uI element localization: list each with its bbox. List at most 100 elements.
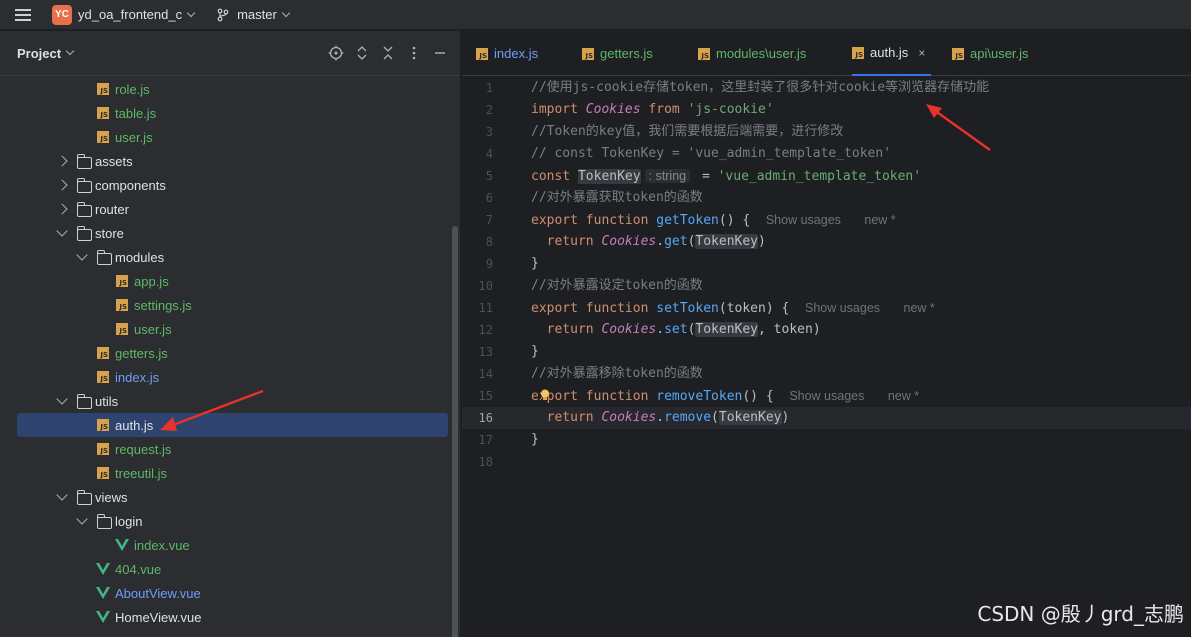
code-line-current[interactable]: 16 return Cookies.remove(TokenKey): [462, 407, 1191, 429]
editor-tab[interactable]: JS modules\user.js: [698, 31, 806, 76]
line-number: 2: [485, 103, 493, 117]
usages-hint[interactable]: Show usages: [766, 213, 841, 227]
editor-tab[interactable]: JS auth.js ×: [852, 31, 932, 76]
js-file-icon: JS: [97, 371, 109, 383]
chevron-right-icon[interactable]: [56, 203, 68, 215]
code-text[interactable]: export function getToken() { Show usages…: [531, 209, 896, 232]
code-line[interactable]: 17}: [462, 429, 1191, 451]
tree-row[interactable]: router: [0, 197, 452, 221]
tree-row[interactable]: JS user.js: [0, 125, 452, 149]
code-line[interactable]: 9}: [462, 253, 1191, 275]
tree-row[interactable]: store: [0, 221, 452, 245]
editor-tab[interactable]: JS index.js: [476, 31, 538, 76]
code-text[interactable]: return Cookies.get(TokenKey): [531, 231, 766, 253]
code-area[interactable]: 1 //使用js-cookie存储token，这里封装了很多针对cookie等浏览…: [462, 77, 1191, 473]
code-text[interactable]: // const TokenKey = 'vue_admin_template_…: [531, 143, 891, 165]
code-text[interactable]: return Cookies.set(TokenKey, token): [531, 319, 821, 341]
chevron-right-icon[interactable]: [56, 155, 68, 167]
code-text[interactable]: //Token的key值，我们需要根据后端需要，进行修改: [531, 121, 843, 143]
tree-row[interactable]: JS app.js: [0, 269, 452, 293]
tree-row[interactable]: AboutView.vue: [0, 581, 452, 605]
code-line[interactable]: 13}: [462, 341, 1191, 363]
chevron-down-icon[interactable]: [65, 46, 75, 56]
tree-item-label: AboutView.vue: [115, 585, 201, 601]
code-text[interactable]: const TokenKey: string = 'vue_admin_temp…: [531, 165, 921, 188]
lightbulb-icon[interactable]: [540, 389, 550, 401]
tree-row[interactable]: JS table.js: [0, 101, 452, 125]
line-number: 1: [485, 81, 493, 95]
editor: JS index.js JS getters.js JS modules\user.js J…: [462, 31, 1191, 637]
code-text[interactable]: }: [531, 429, 539, 451]
code-text[interactable]: }: [531, 253, 539, 275]
chevron-down-icon[interactable]: [76, 249, 88, 261]
author-hint[interactable]: new *: [904, 301, 935, 315]
tree-item-label: role.js: [115, 81, 150, 97]
minimize-icon[interactable]: [432, 45, 448, 61]
code-text[interactable]: //对外暴露设定token的函数: [531, 275, 703, 297]
code-text[interactable]: //对外暴露移除token的函数: [531, 363, 703, 385]
branch-name[interactable]: master: [237, 7, 277, 22]
usages-hint[interactable]: Show usages: [789, 389, 864, 403]
code-line[interactable]: 8 return Cookies.get(TokenKey): [462, 231, 1191, 253]
hamburger-menu-icon[interactable]: [15, 8, 31, 21]
code-line[interactable]: 4 // const TokenKey = 'vue_admin_template…: [462, 143, 1191, 165]
tree-row[interactable]: login: [0, 509, 452, 533]
expand-collapse-icon[interactable]: [354, 45, 370, 61]
code-line[interactable]: 1 //使用js-cookie存储token，这里封装了很多针对cookie等浏览…: [462, 77, 1191, 99]
editor-tab[interactable]: JS api\user.js: [952, 31, 1029, 76]
tree-row[interactable]: JS treeutil.js: [0, 461, 452, 485]
tree-row[interactable]: HomeView.vue: [0, 605, 452, 629]
code-text[interactable]: import Cookies from 'js-cookie': [531, 99, 774, 121]
tree-scrollbar[interactable]: [452, 226, 458, 637]
tree-row[interactable]: JS user.js: [0, 317, 452, 341]
tree-row[interactable]: JS role.js: [0, 77, 452, 101]
project-name[interactable]: yd_oa_frontend_c: [78, 7, 182, 22]
line-number: 9: [485, 257, 493, 271]
chevron-down-icon[interactable]: [76, 513, 88, 525]
tree-row[interactable]: modules: [0, 245, 452, 269]
tree-row[interactable]: JS request.js: [0, 437, 452, 461]
author-hint[interactable]: new *: [864, 213, 895, 227]
code-line[interactable]: 11 export function setToken(token) { Show…: [462, 297, 1191, 319]
tree-item-label: index.js: [115, 369, 160, 385]
collapse-all-icon[interactable]: [380, 45, 396, 61]
chevron-right-icon[interactable]: [56, 179, 68, 191]
tree-row[interactable]: views: [0, 485, 452, 509]
chevron-down-icon[interactable]: [56, 489, 68, 501]
code-line[interactable]: 5 const TokenKey: string = 'vue_admin_tem…: [462, 165, 1191, 187]
code-line[interactable]: 7 export function getToken() { Show usage…: [462, 209, 1191, 231]
tree-row[interactable]: 404.vue: [0, 557, 452, 581]
more-icon[interactable]: [406, 45, 422, 61]
code-line[interactable]: 18: [462, 451, 1191, 473]
code-text[interactable]: return Cookies.remove(TokenKey): [531, 407, 789, 429]
code-text[interactable]: export function removeToken() { Show usa…: [531, 385, 919, 408]
chevron-down-icon[interactable]: [56, 225, 68, 237]
code-text[interactable]: //使用js-cookie存储token，这里封装了很多针对cookie等浏览器…: [531, 77, 989, 99]
author-hint[interactable]: new *: [888, 389, 919, 403]
code-line[interactable]: 15 export function removeToken() { Show u…: [462, 385, 1191, 407]
editor-tab[interactable]: JS getters.js: [582, 31, 653, 76]
line-number: 16: [478, 411, 493, 425]
code-line[interactable]: 12 return Cookies.set(TokenKey, token): [462, 319, 1191, 341]
tree-row[interactable]: JS settings.js: [0, 293, 452, 317]
code-line[interactable]: 6 //对外暴露获取token的函数: [462, 187, 1191, 209]
tree-row[interactable]: assets: [0, 149, 452, 173]
code-line[interactable]: 2 import Cookies from 'js-cookie': [462, 99, 1191, 121]
code-text[interactable]: //对外暴露获取token的函数: [531, 187, 703, 209]
tree-row[interactable]: JS getters.js: [0, 341, 452, 365]
code-text[interactable]: export function setToken(token) { Show u…: [531, 297, 935, 320]
code-text[interactable]: }: [531, 341, 539, 363]
code-line[interactable]: 10 //对外暴露设定token的函数: [462, 275, 1191, 297]
code-line[interactable]: 14 //对外暴露移除token的函数: [462, 363, 1191, 385]
panel-title[interactable]: Project: [17, 46, 61, 61]
locate-icon[interactable]: [328, 45, 344, 61]
code-line[interactable]: 3 //Token的key值，我们需要根据后端需要，进行修改: [462, 121, 1191, 143]
close-icon[interactable]: ×: [918, 46, 925, 60]
project-badge[interactable]: YC: [52, 4, 72, 25]
usages-hint[interactable]: Show usages: [805, 301, 880, 315]
chevron-down-icon[interactable]: [281, 8, 291, 17]
chevron-down-icon[interactable]: [56, 393, 68, 405]
tree-row[interactable]: components: [0, 173, 452, 197]
tree-row[interactable]: index.vue: [0, 533, 452, 557]
chevron-down-icon[interactable]: [186, 8, 196, 17]
